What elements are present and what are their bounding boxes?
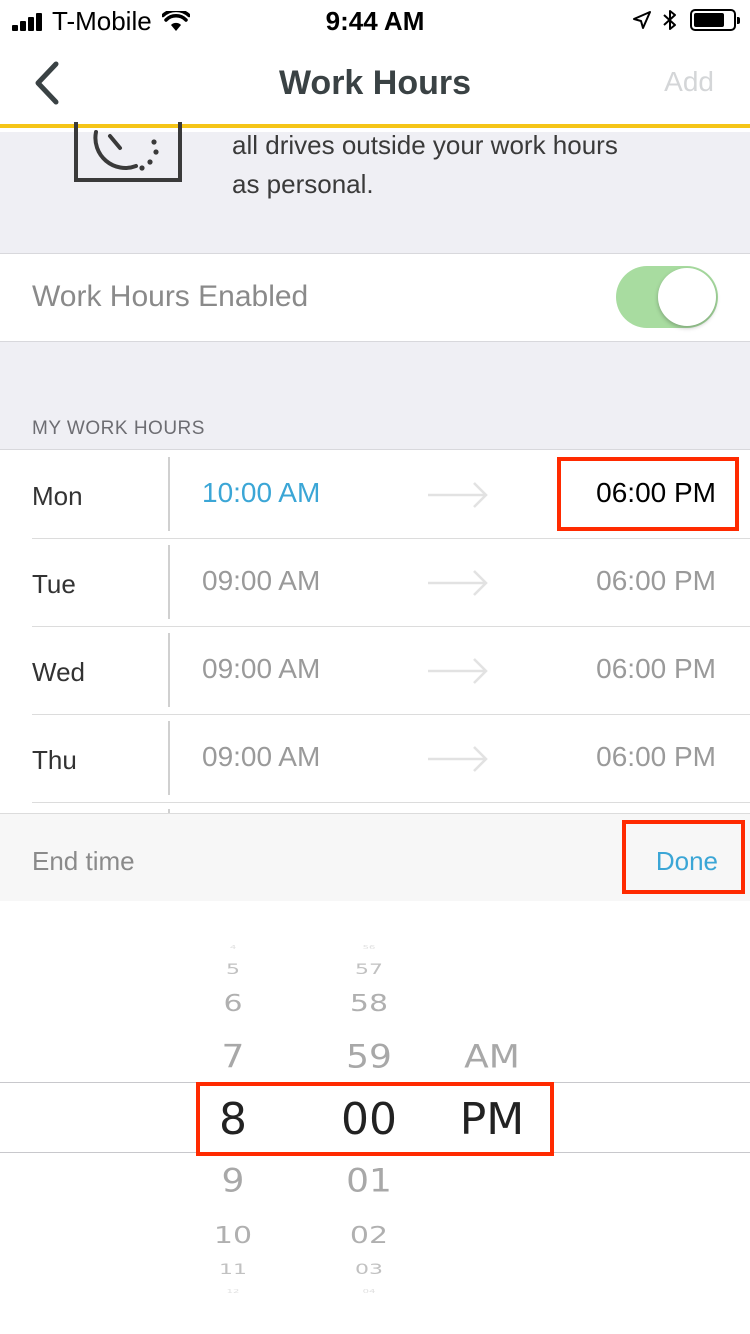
status-right [632,8,740,32]
end-time[interactable]: 06:00 PM [596,565,716,597]
arrow-right-icon [428,658,488,684]
column-divider [168,457,170,531]
hour-option[interactable]: 4 [173,945,293,950]
end-time[interactable]: 06:00 PM [596,741,716,773]
picker-title: End time [32,846,135,876]
clock-calendar-icon [74,122,182,182]
minute-option[interactable]: 04 [309,1289,429,1294]
nav-bar: Work Hours Add [0,40,750,128]
intro-line-2: as personal. [232,169,374,199]
hour-option[interactable]: 10 [173,1224,293,1248]
bluetooth-icon [663,10,676,30]
period-option[interactable]: AM [432,1042,552,1074]
minute-option[interactable]: 03 [309,1263,429,1277]
day-row-partial [0,803,750,813]
day-row-thu: Thu 09:00 AM 06:00 PM [0,715,750,803]
day-row-wed: Wed 09:00 AM 06:00 PM [0,627,750,715]
toggle-knob [658,268,716,326]
arrow-right-icon [428,746,488,772]
minute-option[interactable]: 01 [309,1166,429,1198]
start-time[interactable]: 09:00 AM [202,741,320,773]
start-time[interactable]: 09:00 AM [202,653,320,685]
end-time-highlight [557,457,739,531]
hour-option[interactable]: 9 [173,1166,293,1198]
location-arrow-icon [633,11,651,29]
picker-selection-highlight [196,1082,554,1156]
column-divider [168,545,170,619]
end-time[interactable]: 06:00 PM [596,653,716,685]
hour-option[interactable]: 11 [173,1263,293,1277]
section-gap: MY WORK HOURS [0,342,750,450]
minute-option[interactable]: 56 [309,945,429,950]
intro-text: all drives outside your work hours as pe… [232,126,712,204]
day-name: Wed [32,657,85,687]
section-header: MY WORK HOURS [32,418,205,439]
hour-option[interactable]: 12 [173,1289,293,1294]
day-name: Mon [32,481,83,511]
work-hours-enabled-label: Work Hours Enabled [32,280,309,313]
arrow-right-icon [428,482,488,508]
intro-line-1: all drives outside your work hours [232,130,618,160]
page-title: Work Hours [278,64,472,102]
column-divider [168,633,170,707]
start-time[interactable]: 10:00 AM [202,477,320,509]
done-button-highlight [622,820,745,894]
minute-option[interactable]: 02 [309,1224,429,1248]
work-hours-enabled-row: Work Hours Enabled [0,254,750,342]
minute-option[interactable]: 59 [309,1042,429,1074]
hour-option[interactable]: 6 [173,992,293,1016]
day-name: Thu [32,745,77,775]
day-name: Tue [32,569,76,599]
battery-icon [690,9,740,31]
minute-option[interactable]: 57 [309,963,429,977]
arrow-right-icon [428,570,488,596]
status-bar: T-Mobile 9:44 AM [0,0,750,40]
day-row-tue: Tue 09:00 AM 06:00 PM [0,539,750,627]
hour-option[interactable]: 5 [173,963,293,977]
work-hours-enabled-toggle[interactable] [616,266,718,328]
hour-option[interactable]: 7 [173,1042,293,1074]
add-button[interactable]: Add [664,66,714,98]
intro-section: all drives outside your work hours as pe… [0,122,750,254]
start-time[interactable]: 09:00 AM [202,565,320,597]
column-divider [168,721,170,795]
minute-option[interactable]: 58 [309,992,429,1016]
